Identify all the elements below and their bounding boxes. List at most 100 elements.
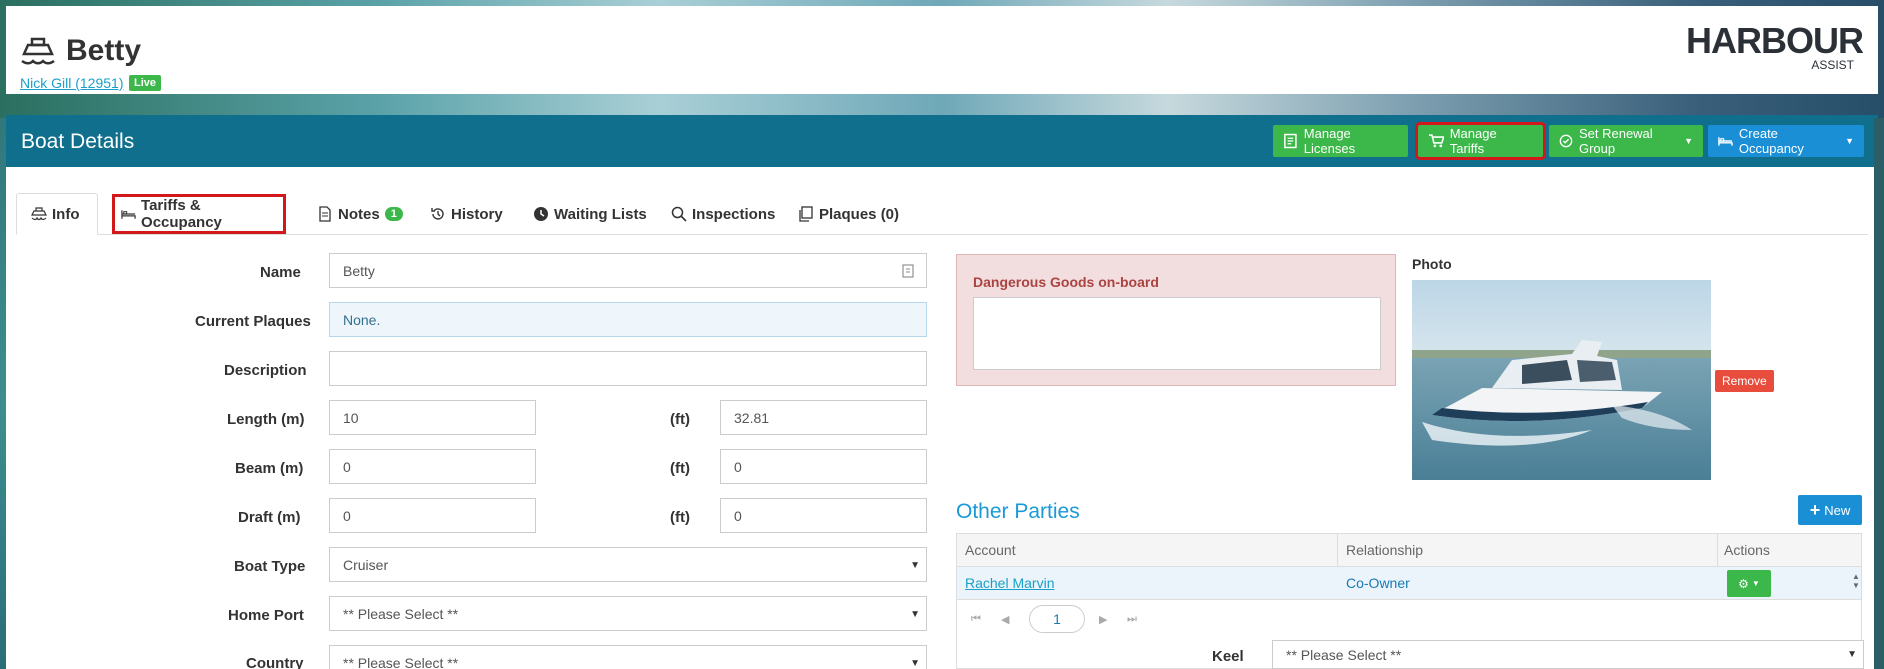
tab-info-label: Info — [52, 205, 80, 223]
tab-waiting-lists[interactable]: Waiting Lists — [519, 193, 661, 235]
current-page[interactable]: 1 — [1029, 605, 1085, 633]
home-port-select[interactable]: ** Please Select ** ▼ — [329, 596, 927, 631]
tab-notes[interactable]: Notes 1 — [303, 193, 417, 235]
column-account[interactable]: Account — [965, 542, 1016, 558]
status-badge: Live — [129, 75, 162, 91]
bed-icon — [121, 210, 136, 219]
set-renewal-group-label: Set Renewal Group — [1578, 126, 1653, 156]
description-field[interactable] — [329, 351, 927, 386]
tab-bar: Info Tariffs & Occupancy Notes 1 History… — [16, 193, 1868, 235]
table-row[interactable]: Rachel Marvin Co-Owner ⚙ ▼ — [957, 567, 1861, 600]
set-renewal-group-button[interactable]: Set Renewal Group ▼ — [1549, 125, 1703, 157]
beam-m-field[interactable]: 0 — [329, 449, 536, 484]
chevron-down-icon: ▼ — [1845, 136, 1854, 146]
keel-label: Keel — [1212, 648, 1244, 665]
document-icon — [319, 206, 331, 222]
plus-icon: + — [1809, 499, 1821, 520]
create-occupancy-label: Create Occupancy — [1738, 126, 1804, 156]
tab-info[interactable]: Info — [16, 193, 98, 235]
logo-subtext: ASSIST — [1811, 58, 1854, 72]
beam-ft-field[interactable]: 0 — [720, 449, 927, 484]
keel-select[interactable]: ** Please Select ** ▼ — [1272, 640, 1864, 669]
draft-m-value: 0 — [343, 507, 351, 524]
tab-plaques[interactable]: Plaques (0) — [784, 193, 913, 235]
license-icon — [1284, 133, 1297, 149]
length-ft-value: 32.81 — [734, 409, 770, 426]
page-scrollbar[interactable] — [1874, 118, 1884, 669]
chevron-down-icon: ▼ — [1847, 649, 1857, 660]
history-icon — [431, 208, 444, 220]
chevron-down-icon: ▼ — [910, 560, 920, 571]
length-m-value: 10 — [343, 409, 359, 426]
search-icon — [671, 206, 687, 222]
home-port-label: Home Port — [228, 607, 304, 624]
logo-text: HARBOUR — [1686, 20, 1864, 61]
country-select[interactable]: ** Please Select ** ▼ — [329, 645, 927, 669]
tab-plaques-label: Plaques (0) — [819, 205, 900, 223]
tab-history[interactable]: History — [416, 193, 517, 235]
draft-ft-field[interactable]: 0 — [720, 498, 927, 533]
chevron-down-icon: ▼ — [1751, 579, 1760, 588]
document-icon — [902, 264, 914, 278]
column-relationship[interactable]: Relationship — [1346, 542, 1423, 558]
notes-count-badge: 1 — [384, 207, 403, 221]
keel-value: ** Please Select ** — [1286, 646, 1402, 663]
new-party-button[interactable]: + New — [1798, 495, 1862, 525]
dangerous-goods-panel: Dangerous Goods on-board — [956, 254, 1396, 386]
tab-waiting-lists-label: Waiting Lists — [554, 205, 647, 223]
other-parties-title: Other Parties — [956, 500, 1080, 523]
chevron-down-icon: ▼ — [1684, 136, 1693, 146]
beam-label: Beam (m) — [235, 460, 304, 477]
remove-photo-button[interactable]: Remove — [1715, 370, 1774, 392]
manage-licenses-label: Manage Licenses — [1303, 126, 1356, 156]
current-plaques-label: Current Plaques — [195, 313, 311, 330]
chevron-down-icon: ▼ — [910, 609, 920, 620]
grid-pager: ⏮ ◀ 1 ▶ ⏭ — [957, 600, 1861, 640]
boat-photo-image — [1412, 280, 1711, 480]
length-m-field[interactable]: 10 — [329, 400, 536, 435]
bed-icon — [1718, 137, 1733, 146]
panel-header: Boat Details Manage Licenses Manage Tari… — [6, 115, 1878, 167]
draft-ft-label: (ft) — [670, 509, 690, 526]
column-actions[interactable]: Actions — [1724, 542, 1770, 558]
length-ft-field[interactable]: 32.81 — [720, 400, 927, 435]
grid-scrollbar[interactable]: ▲ ▼ — [1852, 572, 1860, 590]
photo-label: Photo — [1412, 256, 1452, 272]
cart-icon — [1428, 134, 1444, 148]
page-title: Betty — [66, 34, 142, 67]
prev-page-icon[interactable]: ◀ — [1001, 613, 1009, 626]
logo: HARBOUR ASSIST — [1686, 20, 1864, 72]
manage-tariffs-button[interactable]: Manage Tariffs — [1415, 122, 1546, 160]
account-link[interactable]: Rachel Marvin — [965, 575, 1054, 591]
current-plaques-value-box: None. — [329, 302, 927, 337]
draft-m-field[interactable]: 0 — [329, 498, 536, 533]
manage-licenses-button[interactable]: Manage Licenses — [1273, 125, 1408, 157]
name-field[interactable]: Betty — [329, 253, 927, 288]
length-label: Length (m) — [227, 411, 305, 428]
relationship-value: Co-Owner — [1346, 575, 1410, 591]
page-header: Betty Nick Gill (12951) Live HARBOUR ASS… — [6, 6, 1878, 94]
boat-photo — [1412, 280, 1711, 480]
manage-tariffs-label: Manage Tariffs — [1449, 126, 1497, 156]
description-label: Description — [224, 362, 307, 379]
boat-type-label: Boat Type — [234, 558, 306, 575]
row-actions-button[interactable]: ⚙ ▼ — [1727, 570, 1771, 597]
draft-ft-value: 0 — [734, 507, 742, 524]
length-ft-label: (ft) — [670, 411, 690, 428]
name-label: Name — [260, 264, 301, 281]
last-page-icon[interactable]: ⏭ — [1127, 613, 1137, 626]
boat-type-select[interactable]: Cruiser ▼ — [329, 547, 927, 582]
tab-tariffs-occupancy[interactable]: Tariffs & Occupancy — [112, 194, 286, 234]
boat-type-value: Cruiser — [343, 556, 389, 573]
dangerous-goods-textarea[interactable] — [973, 297, 1381, 370]
name-value: Betty — [343, 262, 375, 279]
tab-notes-label: Notes — [338, 205, 380, 223]
current-plaques-value: None. — [343, 311, 381, 328]
owner-link[interactable]: Nick Gill (12951) — [20, 75, 123, 91]
next-page-icon[interactable]: ▶ — [1099, 613, 1107, 626]
tab-inspections[interactable]: Inspections — [657, 193, 789, 235]
first-page-icon[interactable]: ⏮ — [971, 613, 981, 626]
new-party-label: New — [1824, 502, 1851, 518]
country-value: ** Please Select ** — [343, 654, 459, 669]
create-occupancy-button[interactable]: Create Occupancy ▼ — [1708, 125, 1864, 157]
